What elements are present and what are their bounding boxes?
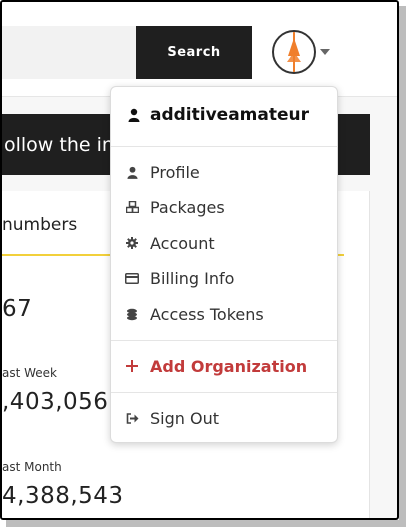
stat-label: ast Week (2, 366, 58, 380)
coins-icon (125, 308, 139, 321)
gear-icon (125, 237, 139, 249)
avatar-button[interactable] (272, 30, 316, 74)
sign-out-icon (125, 412, 139, 424)
menu-item-label: Packages (150, 197, 225, 217)
search-button[interactable]: Search (136, 26, 252, 79)
search-input[interactable] (2, 26, 136, 79)
plus-icon (125, 360, 139, 372)
username-text: additiveamateur (150, 105, 310, 125)
menu-item-packages[interactable]: Packages (125, 194, 325, 220)
menu-item-label: Profile (150, 162, 200, 182)
stat-value: 67 (2, 296, 33, 322)
user-icon (127, 108, 141, 122)
credit-card-icon (125, 272, 139, 284)
header: Search (2, 2, 397, 97)
chevron-down-icon[interactable] (320, 49, 330, 55)
sign-out-button[interactable]: Sign Out (125, 405, 325, 431)
menu-username: additiveamateur (127, 105, 309, 125)
menu-item-account[interactable]: Account (125, 230, 325, 256)
user-icon (125, 166, 139, 179)
stat-value: 4,388,543 (2, 483, 124, 509)
avatar-icon (287, 32, 301, 72)
cubes-icon (125, 201, 139, 213)
divider (111, 392, 337, 393)
user-dropdown-menu: additiveamateur Profile Packages Account (110, 86, 338, 443)
sign-out-label: Sign Out (150, 408, 219, 428)
stat-label: ast Month (2, 460, 62, 474)
divider (111, 340, 337, 341)
add-organization-button[interactable]: Add Organization (125, 353, 325, 379)
menu-item-label: Account (150, 233, 215, 253)
stat-value: ,403,056 (2, 389, 109, 415)
menu-item-label: Access Tokens (150, 304, 264, 324)
banner-text: ollow the in (4, 133, 114, 156)
add-organization-label: Add Organization (150, 356, 308, 376)
menu-item-label: Billing Info (150, 268, 235, 288)
window: Search ollow the in numbers 67 ast Week … (0, 0, 399, 520)
menu-item-billing-info[interactable]: Billing Info (125, 265, 325, 291)
card-heading: numbers (2, 215, 78, 235)
menu-item-profile[interactable]: Profile (125, 159, 325, 185)
divider (111, 146, 337, 147)
menu-item-access-tokens[interactable]: Access Tokens (125, 301, 325, 327)
